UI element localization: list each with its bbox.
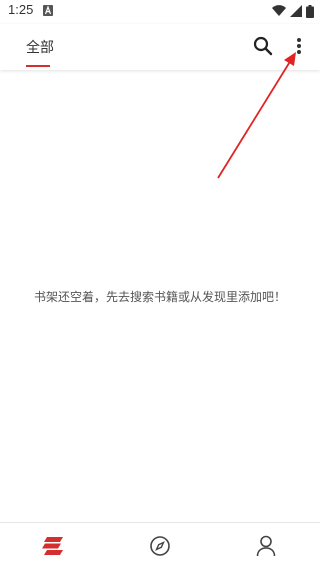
compass-icon [150,536,170,556]
status-time: 1:25 [8,2,34,17]
signal-icon [290,5,302,17]
notification-a-icon [43,5,53,16]
search-icon[interactable] [252,35,274,57]
bookshelf-icon [42,537,63,555]
status-icons [272,4,314,18]
nav-bookshelf[interactable] [0,523,106,569]
nav-profile[interactable] [213,523,319,569]
battery-icon [306,4,314,18]
app-bar: 全部 [0,24,320,70]
annotation-arrow [217,52,296,179]
nav-discover[interactable] [107,523,213,569]
empty-bookshelf-message: 书架还空着，先去搜索书籍或从发现里添加吧！ [33,290,286,304]
bottom-nav [0,522,320,569]
status-bar: 1:25 [0,0,320,24]
wifi-icon [272,5,286,17]
tab-all[interactable]: 全部 [26,37,54,57]
tab-indicator [26,65,50,67]
person-icon [256,535,276,557]
more-vert-icon[interactable] [291,35,307,57]
